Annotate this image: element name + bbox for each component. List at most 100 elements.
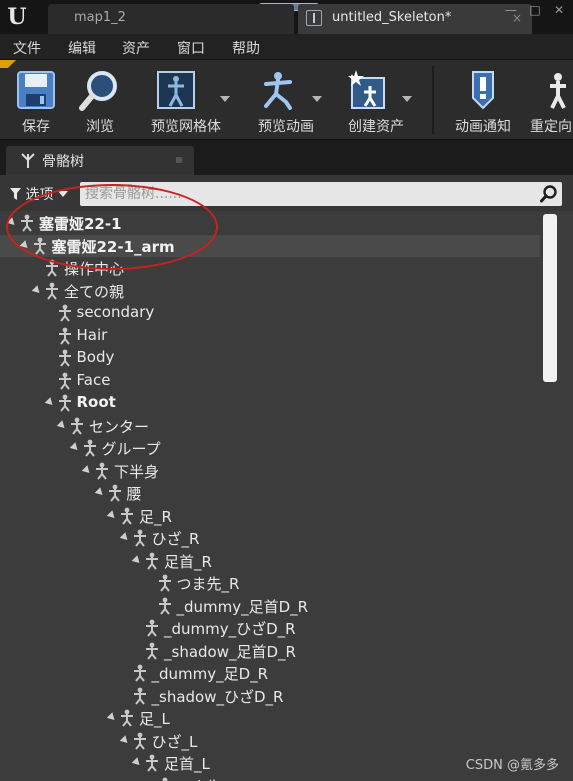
tree-row[interactable]: _dummy_ひざD_R (0, 617, 540, 639)
skeleton-tree-icon (20, 152, 36, 170)
preview-mesh-label: 预览网格体 (151, 119, 221, 135)
preview-animation-button[interactable]: 预览动画 (244, 60, 328, 140)
menu-asset[interactable]: 资产 (122, 38, 150, 58)
annotation-ellipse (6, 184, 218, 270)
tree-row[interactable]: つま先_L (0, 775, 540, 781)
bone-label: 下半身 (114, 462, 160, 481)
retarget-button[interactable]: 重定向 (526, 60, 573, 140)
bone-label: つま先_R (176, 575, 240, 593)
tree-scrollbar[interactable] (543, 214, 557, 382)
tab-map-label: map1_2 (74, 10, 126, 25)
bone-icon (58, 349, 71, 367)
menu-help[interactable]: 帮助 (232, 38, 260, 58)
search-icon[interactable] (540, 185, 558, 203)
menu-window[interactable]: 窗口 (177, 38, 205, 58)
tab-map[interactable]: map1_2 (48, 4, 294, 34)
tree-row[interactable]: 足首_L (0, 752, 540, 774)
bone-icon (162, 777, 167, 781)
bone-icon (71, 417, 83, 435)
menu-file[interactable]: 文件 (13, 38, 41, 58)
bone-label: 足首_L (164, 755, 210, 773)
tree-row[interactable]: Face (0, 370, 540, 392)
expand-arrow-icon[interactable] (106, 509, 118, 521)
panel-title: 骨骼树 (42, 154, 84, 170)
bone-icon (58, 327, 71, 345)
anim-notify-button[interactable]: 动画通知 (448, 60, 518, 140)
save-button[interactable]: 保存 (8, 60, 64, 140)
panel-options-grip[interactable] (176, 157, 182, 163)
anim-notify-icon (472, 71, 494, 110)
window-close-icon[interactable]: ✕ (548, 2, 570, 18)
tree-row[interactable]: _shadow_ひざD_R (0, 685, 540, 707)
tree-row[interactable]: 下半身 (0, 460, 540, 482)
expand-arrow-icon[interactable] (56, 419, 68, 431)
tree-row[interactable]: _dummy_足D_R (0, 662, 540, 684)
expand-arrow-icon[interactable] (94, 487, 105, 498)
title-bar: U map1_2 untitled_Skeleton* × — □ ✕ (0, 0, 573, 34)
preview-animation-icon (264, 72, 292, 110)
bone-icon (108, 484, 121, 502)
tree-row[interactable]: 足_R (0, 505, 540, 527)
tree-row[interactable]: Root (0, 392, 540, 414)
tab-skeleton[interactable]: untitled_Skeleton* × (298, 4, 532, 34)
expand-arrow-icon[interactable] (81, 464, 93, 476)
save-icon (17, 71, 55, 109)
bone-icon (146, 552, 158, 570)
bone-icon (133, 732, 146, 750)
bone-icon (83, 439, 96, 457)
menu-edit[interactable]: 编辑 (68, 38, 96, 58)
bone-label: _shadow_ひざD_R (151, 687, 284, 706)
expand-arrow-icon[interactable] (44, 397, 55, 408)
expand-arrow-icon[interactable] (119, 734, 130, 746)
expand-arrow-icon[interactable] (31, 284, 43, 296)
browse-button[interactable]: 浏览 (72, 60, 128, 140)
maximize-icon[interactable]: □ (524, 2, 546, 18)
bone-label: 足_R (139, 507, 172, 526)
bone-label: Hair (76, 325, 108, 344)
tree-row[interactable]: Hair (0, 325, 540, 347)
tree-row[interactable]: 腰 (0, 482, 540, 504)
skeleton-asset-icon (306, 10, 322, 26)
preview-mesh-dropdown-icon[interactable] (220, 96, 230, 102)
expand-arrow-icon[interactable] (131, 554, 143, 566)
bone-label: Body (76, 348, 115, 366)
tree-row[interactable]: 全ての親 (0, 280, 540, 302)
tree-row[interactable]: つま先_R (0, 572, 540, 594)
tree-row[interactable]: 足首_R (0, 550, 540, 572)
bone-icon (58, 304, 71, 322)
bone-label: ひざ_R (151, 530, 200, 548)
minimize-icon[interactable]: — (500, 2, 522, 18)
preview-animation-dropdown-icon[interactable] (312, 96, 322, 102)
bone-label: 足_L (139, 710, 170, 728)
create-asset-button[interactable]: 创建资产 (334, 60, 418, 140)
browse-icon (79, 71, 117, 111)
expand-arrow-icon[interactable] (69, 442, 80, 453)
create-asset-dropdown-icon[interactable] (402, 96, 412, 102)
tree-row[interactable]: _dummy_足首D_R (0, 595, 540, 617)
tree-row[interactable]: ひざ_L (0, 730, 540, 752)
tree-row[interactable]: 足_L (0, 707, 540, 729)
toolbar: 保存 浏览 预览网格体 预览动画 创建资产 动画通知 重定向 (0, 60, 573, 140)
bone-label: _dummy_ひざD_R (164, 620, 296, 638)
unsaved-marker: * (444, 10, 452, 25)
tree-row[interactable]: _shadow_足首D_R (0, 640, 540, 662)
expand-arrow-icon[interactable] (106, 712, 118, 723)
tab-skeleton-tree[interactable]: 骨骼树 (6, 146, 194, 175)
bone-icon (133, 687, 146, 705)
preview-animation-label: 预览动画 (258, 119, 314, 135)
bone-label: グループ (101, 440, 161, 458)
preview-mesh-button[interactable]: 预览网格体 (136, 60, 236, 140)
tree-row[interactable]: secondary (0, 302, 540, 324)
bone-label: Root (76, 393, 116, 411)
bone-label: 腰 (126, 485, 142, 503)
expand-arrow-icon[interactable] (119, 532, 130, 543)
tree-row[interactable]: ひざ_R (0, 527, 540, 549)
expand-arrow-icon[interactable] (131, 757, 143, 768)
tab-skeleton-label: untitled_Skeleton (332, 10, 445, 25)
tree-row[interactable]: グループ (0, 437, 540, 459)
tree-row[interactable]: Body (0, 347, 540, 369)
anim-notify-label: 动画通知 (455, 119, 511, 135)
tree-row[interactable]: センター (0, 415, 540, 437)
bone-icon (58, 372, 71, 390)
retarget-icon (550, 73, 566, 109)
